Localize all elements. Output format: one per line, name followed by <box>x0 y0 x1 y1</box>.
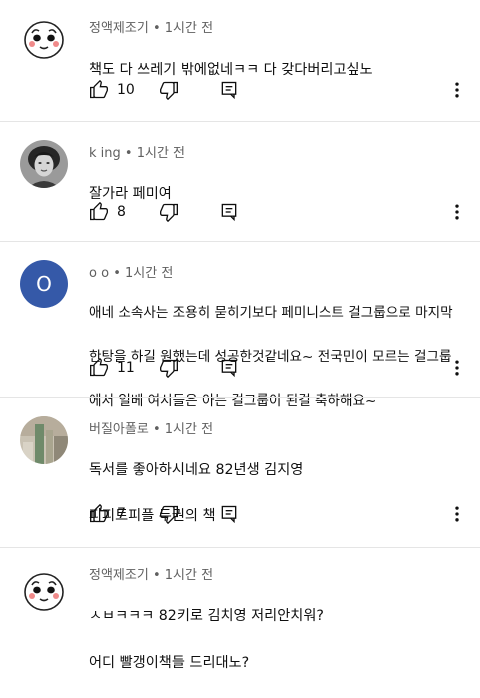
user-photo-icon <box>20 140 68 188</box>
more-vert-icon <box>455 360 459 376</box>
more-vert-icon <box>455 204 459 220</box>
comment-time: 1시간 전 <box>164 568 214 583</box>
comment-time: 1시간 전 <box>125 266 174 281</box>
like-button[interactable]: 10 <box>89 78 135 102</box>
meta-separator: • <box>113 266 121 281</box>
dislike-button[interactable] <box>159 502 179 526</box>
more-options-button[interactable] <box>447 502 467 526</box>
like-count: 10 <box>117 82 135 98</box>
comment-actions: 7 <box>89 502 469 526</box>
comment-item: 정액제조기 • 1시간 전 ㅅㅂㅋㅋㅋ 82키로 김치영 저리안치워? 어디 빨… <box>0 548 480 671</box>
reply-icon <box>221 203 237 222</box>
comment-line: 애네 소속사는 조용히 묻히기보다 페미니스트 걸그룹으로 마지막 <box>89 305 453 321</box>
comment-time: 1시간 전 <box>136 146 186 161</box>
reply-icon <box>221 505 237 524</box>
like-count: 8 <box>117 204 126 220</box>
comment-time: 1시간 전 <box>164 422 214 437</box>
comment-meta: 정액제조기 • 1시간 전 <box>89 564 213 583</box>
user-photo-icon <box>20 416 68 464</box>
meta-separator: • <box>152 21 161 36</box>
comment-item: O o o • 1시간 전 애네 소속사는 조용히 묻히기보다 페미니스트 걸그… <box>0 242 480 409</box>
like-button[interactable]: 8 <box>89 200 126 224</box>
reply-button[interactable] <box>219 356 239 380</box>
comment-item: k ing • 1시간 전 잘가라 페미여 8 <box>0 122 480 240</box>
comment-meta: 버질아폴로 • 1시간 전 <box>89 418 213 437</box>
thumbs-down-icon <box>160 505 178 524</box>
comment-text: 독서를 좋아하시네요 82년생 김지영 피피트피플 두권의 책 <box>89 436 469 550</box>
comment-text: ㅅㅂㅋㅋㅋ 82키로 김치영 저리안치워? 어디 빨갱이책들 드리대노? <box>89 582 469 698</box>
thumbs-down-icon <box>160 359 178 378</box>
more-vert-icon <box>455 506 459 522</box>
comment-line: 독서를 좋아하시네요 82년생 김지영 <box>89 462 304 478</box>
reply-icon <box>221 359 237 378</box>
comment-actions: 8 <box>89 200 469 224</box>
comment-item: 버질아폴로 • 1시간 전 독서를 좋아하시네요 82년생 김지영 피피트피플 … <box>0 398 480 540</box>
reply-button[interactable] <box>219 78 239 102</box>
dislike-button[interactable] <box>159 356 179 380</box>
comment-author[interactable]: k ing <box>89 146 121 161</box>
thumbs-up-icon <box>90 358 108 377</box>
avatar-letter: O <box>36 272 52 296</box>
comment-meta: k ing • 1시간 전 <box>89 142 185 161</box>
comment-meta: 정액제조기 • 1시간 전 <box>89 17 213 36</box>
reply-button[interactable] <box>219 502 239 526</box>
thumbs-up-icon <box>90 202 108 221</box>
more-options-button[interactable] <box>447 356 467 380</box>
thumbs-down-icon <box>160 81 178 100</box>
comment-author[interactable]: 정액제조기 <box>89 21 149 36</box>
dislike-button[interactable] <box>159 78 179 102</box>
reply-icon <box>221 81 237 100</box>
avatar[interactable] <box>20 566 68 614</box>
more-options-button[interactable] <box>447 78 467 102</box>
meta-separator: • <box>124 146 133 161</box>
thumbs-up-icon <box>90 80 108 99</box>
comment-actions: 11 <box>89 356 469 380</box>
avatar[interactable] <box>20 140 68 188</box>
comment-author[interactable]: 정액제조기 <box>89 568 149 583</box>
like-button[interactable]: 7 <box>89 502 126 526</box>
comment-actions: 10 <box>89 78 469 102</box>
dislike-button[interactable] <box>159 200 179 224</box>
meta-separator: • <box>152 568 161 583</box>
thumbs-down-icon <box>160 203 178 222</box>
avatar[interactable] <box>20 14 68 62</box>
more-vert-icon <box>455 82 459 98</box>
comment-line: ㅅㅂㅋㅋㅋ 82키로 김치영 저리안치워? <box>89 608 324 624</box>
cartoon-avatar-icon <box>20 566 68 614</box>
meta-separator: • <box>152 422 161 437</box>
avatar[interactable]: O <box>20 260 68 308</box>
comment-author[interactable]: o o <box>89 266 109 281</box>
like-count: 7 <box>117 506 126 522</box>
comment-author[interactable]: 버질아폴로 <box>89 422 149 437</box>
comment-meta: o o • 1시간 전 <box>89 262 173 281</box>
comment-item: 정액제조기 • 1시간 전 책도 다 쓰레기 밖에없네ㅋㅋ 다 갖다버리고싶노 … <box>0 0 480 120</box>
thumbs-up-icon <box>90 504 108 523</box>
avatar[interactable] <box>20 416 68 464</box>
more-options-button[interactable] <box>447 200 467 224</box>
like-button[interactable]: 11 <box>89 356 135 380</box>
cartoon-avatar-icon <box>20 14 68 62</box>
comment-line: 어디 빨갱이책들 드리대노? <box>89 655 250 671</box>
like-count: 11 <box>117 360 135 376</box>
reply-button[interactable] <box>219 200 239 224</box>
comment-time: 1시간 전 <box>164 21 214 36</box>
